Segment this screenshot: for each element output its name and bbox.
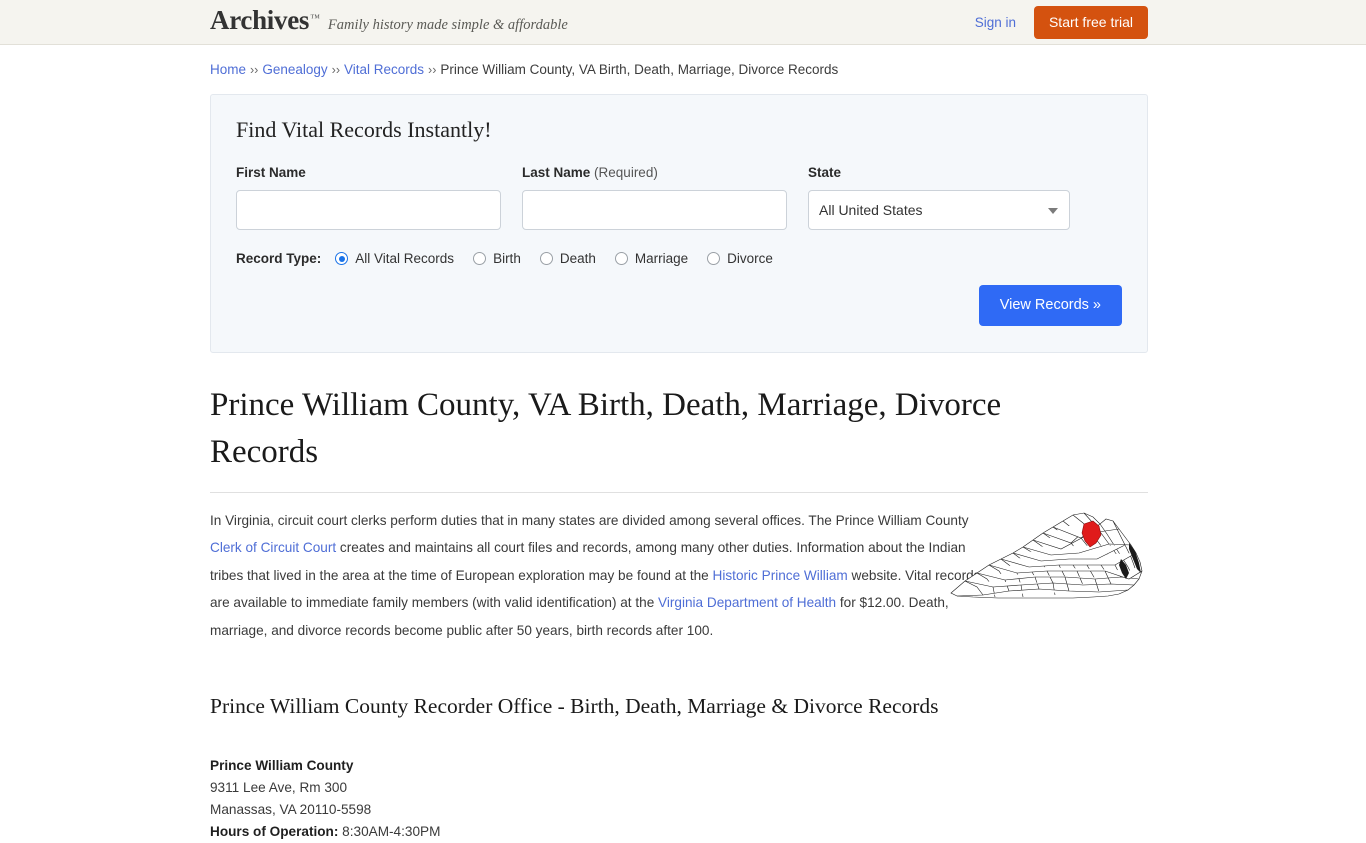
intro-paragraph: In Virginia, circuit court clerks perfor… [210, 507, 982, 645]
radio-label-birth: Birth [493, 251, 521, 266]
last-name-label: Last Name (Required) [522, 165, 787, 180]
first-name-input[interactable] [236, 190, 501, 230]
site-header: Archives ™ Family history made simple & a… [0, 0, 1366, 45]
office-address-line-2: Manassas, VA 20110-5598 [210, 802, 372, 817]
last-name-input[interactable] [522, 190, 787, 230]
breadcrumb-item-genealogy[interactable]: Genealogy [262, 62, 327, 77]
radio-marriage[interactable]: Marriage [614, 251, 689, 266]
radio-divorce[interactable]: Divorce [707, 251, 773, 266]
vital-records-search-panel: Find Vital Records Instantly! First Name… [210, 94, 1148, 353]
breadcrumb-item-current: Prince William County, VA Birth, Death, … [440, 62, 839, 77]
radio-birth[interactable]: Birth [473, 251, 521, 266]
intro-content-block: In Virginia, circuit court clerks perfor… [210, 507, 1148, 645]
record-type-group: Record Type: All Vital Records Birth Dea… [236, 251, 1122, 266]
link-historic-prince-william[interactable]: Historic Prince William [713, 568, 848, 583]
office-details-block: Prince William County 9311 Lee Ave, Rm 3… [210, 755, 1148, 843]
breadcrumb-separator: ›› [428, 63, 437, 77]
state-select-wrap: All United States [808, 190, 1070, 230]
brand-logo-text: Archives [210, 5, 310, 35]
link-virginia-department-of-health[interactable]: Virginia Department of Health [658, 595, 836, 610]
brand-logo[interactable]: Archives ™ Family history made simple & a… [210, 7, 568, 34]
radio-icon[interactable] [539, 252, 553, 265]
sign-in-link[interactable]: Sign in [975, 15, 1016, 30]
page-title: Prince William County, VA Birth, Death, … [210, 386, 1002, 470]
view-records-button[interactable]: View Records » [978, 285, 1122, 326]
breadcrumb-separator: ›› [250, 63, 259, 77]
first-name-field-group: First Name [236, 165, 501, 230]
radio-icon[interactable] [614, 252, 628, 265]
office-hours-label: Hours of Operation: [210, 824, 339, 839]
radio-icon[interactable] [473, 252, 487, 265]
search-panel-title: Find Vital Records Instantly! [236, 117, 492, 142]
radio-all-vital-records[interactable]: All Vital Records [335, 251, 454, 266]
header-actions: Sign in Start free trial [975, 0, 1148, 45]
last-name-label-text: Last Name [522, 165, 591, 180]
search-fields-row: First Name Last Name (Required) State Al… [236, 165, 1122, 230]
title-divider [210, 491, 1148, 493]
brand-tagline: Family history made simple & affordable [327, 17, 568, 33]
radio-icon-selected[interactable] [335, 252, 349, 265]
office-name: Prince William County [210, 758, 354, 773]
office-hours-value: 8:30AM-4:30PM [342, 824, 441, 839]
start-free-trial-button[interactable]: Start free trial [1033, 6, 1148, 39]
record-type-label: Record Type: [236, 251, 322, 266]
state-select[interactable]: All United States [808, 190, 1070, 230]
intro-text-part1: In Virginia, circuit court clerks perfor… [210, 512, 969, 528]
last-name-field-group: Last Name (Required) [522, 165, 787, 230]
last-name-required-note: (Required) [594, 165, 658, 180]
recorder-office-section-title: Prince William County Recorder Office - … [210, 694, 939, 718]
breadcrumb-item-vital-records[interactable]: Vital Records [344, 62, 424, 77]
page-container: Home ›› Genealogy ›› Vital Records ›› Prince W… [0, 45, 1366, 843]
radio-label-death: Death [559, 251, 596, 266]
link-clerk-of-circuit-court[interactable]: Clerk of Circuit Court [210, 540, 336, 555]
radio-icon[interactable] [707, 252, 721, 265]
office-hours: Hours of Operation: 8:30AM-4:30PM [210, 821, 1148, 843]
state-label: State [808, 165, 842, 180]
radio-label-all-vital-records: All Vital Records [355, 251, 455, 266]
first-name-label: First Name [236, 165, 306, 180]
breadcrumb-separator: ›› [331, 63, 340, 77]
office-address-line-1: 9311 Lee Ave, Rm 300 [210, 780, 348, 795]
state-field-group: State All United States [808, 165, 1070, 230]
radio-label-marriage: Marriage [634, 251, 689, 266]
submit-row: View Records » [236, 285, 1122, 326]
trademark-icon: ™ [310, 13, 320, 24]
virginia-county-map-image [943, 507, 1148, 612]
breadcrumb: Home ›› Genealogy ›› Vital Records ›› Prince W… [210, 45, 1148, 77]
radio-death[interactable]: Death [539, 251, 596, 266]
breadcrumb-item-home[interactable]: Home [210, 62, 246, 77]
radio-label-divorce: Divorce [727, 251, 773, 266]
